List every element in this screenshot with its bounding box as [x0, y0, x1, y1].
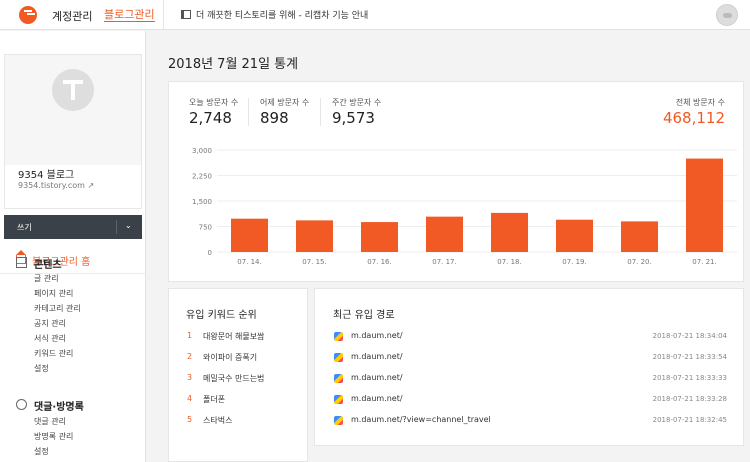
weekly-visitors-label: 주간 방문자 수 [332, 98, 382, 107]
stat-divider [320, 98, 321, 126]
y-tick-label: 2,250 [192, 173, 212, 181]
visitor-stats-card: 오늘 방문자 수 2,748 어제 방문자 수 898 주간 방문자 수 9,5… [168, 81, 744, 282]
tistory-logo-icon[interactable] [19, 6, 37, 24]
chart-bar[interactable] [686, 158, 723, 252]
yesterday-visitors-value: 898 [260, 109, 289, 127]
weekly-visitors-value: 9,573 [332, 109, 375, 127]
referrer-time: 2018-07-21 18:33:28 [652, 395, 727, 403]
keyword-item[interactable]: 스타벅스 [203, 415, 232, 426]
sidebar-section-comments[interactable]: 댓글·방명록 [34, 398, 84, 413]
keyword-item[interactable]: 폴더폰 [203, 394, 225, 405]
write-label: 쓰기 [17, 223, 32, 232]
x-tick-label: 07. 17. [432, 258, 457, 266]
referrer-url[interactable]: m.daum.net/ [351, 331, 403, 340]
megaphone-icon [181, 10, 191, 19]
y-tick-label: 750 [199, 224, 212, 232]
avatar[interactable] [716, 4, 738, 26]
x-tick-label: 07. 21. [692, 258, 717, 266]
today-visitors-label: 오늘 방문자 수 [189, 98, 239, 107]
chart-bar[interactable] [296, 220, 333, 252]
referrer-url[interactable]: m.daum.net/?view=channel_travel [351, 415, 491, 424]
sidebar-item-keywords[interactable]: 키워드 관리 [34, 348, 73, 359]
sidebar-item-pages[interactable]: 페이지 관리 [34, 288, 73, 299]
sidebar: 9354 블로그 9354.tistory.com ↗ 쓰기 ⌄ 블로그관리 홈… [0, 31, 146, 462]
write-button[interactable]: 쓰기 ⌄ [4, 215, 142, 239]
keyword-rank: 5 [187, 415, 193, 424]
chart-bar[interactable] [556, 219, 593, 252]
account-menu-link[interactable]: 계정관리 [52, 8, 92, 24]
daum-icon [334, 332, 343, 341]
keyword-item[interactable]: 메밀국수 만드는법 [203, 373, 264, 384]
sidebar-item-posts[interactable]: 글 관리 [34, 273, 59, 284]
keyword-rank: 3 [187, 373, 193, 382]
sidebar-divider [0, 273, 145, 274]
page-title: 2018년 7월 21일 통계 [168, 57, 299, 72]
keyword-item[interactable]: 대왕문어 해물보쌈 [203, 331, 264, 342]
sidebar-item-notices[interactable]: 공지 관리 [34, 318, 66, 329]
blog-name[interactable]: 9354 블로그 [18, 166, 74, 181]
y-tick-label: 1,500 [192, 198, 212, 206]
chart-bar[interactable] [426, 216, 463, 252]
recent-referrers-card: 최근 유입 경로 m.daum.net/ 2018-07-21 18:34:04… [314, 288, 744, 446]
topbar-divider [163, 0, 164, 30]
sidebar-item-templates[interactable]: 서식 관리 [34, 333, 66, 344]
sidebar-item-content-settings[interactable]: 설정 [34, 363, 49, 374]
notice-link[interactable]: 더 깨끗한 티스토리를 위해 - 리캡차 기능 안내 [196, 8, 368, 21]
x-tick-label: 07. 15. [302, 258, 327, 266]
comment-icon [16, 399, 27, 410]
document-icon [16, 257, 27, 268]
referrer-time: 2018-07-21 18:32:45 [652, 416, 727, 424]
daum-icon [334, 395, 343, 404]
referrer-time: 2018-07-21 18:33:54 [652, 353, 727, 361]
sidebar-item-comment-settings[interactable]: 설정 [34, 446, 49, 457]
x-tick-label: 07. 18. [497, 258, 522, 266]
sidebar-item-guestbook[interactable]: 방명록 관리 [34, 431, 73, 442]
blog-profile-card: 9354 블로그 9354.tistory.com ↗ [4, 54, 142, 209]
recent-referrers-title: 최근 유입 경로 [333, 310, 395, 321]
today-visitors-value: 2,748 [189, 109, 232, 127]
daum-icon [334, 374, 343, 383]
top-bar: 계정관리 블로그관리 더 깨끗한 티스토리를 위해 - 리캡차 기능 안내 [0, 0, 750, 30]
keyword-item[interactable]: 와이파이 증폭기 [203, 352, 257, 363]
keyword-ranking-title: 유입 키워드 순위 [186, 310, 257, 321]
sidebar-item-comments[interactable]: 댓글 관리 [34, 416, 66, 427]
x-tick-label: 07. 14. [237, 258, 262, 266]
stat-divider [248, 98, 249, 126]
referrer-url[interactable]: m.daum.net/ [351, 373, 403, 382]
total-visitors-value: 468,112 [662, 109, 725, 127]
sidebar-section-contents[interactable]: 콘텐츠 [34, 256, 62, 271]
daum-icon [334, 353, 343, 362]
x-tick-label: 07. 19. [562, 258, 587, 266]
tistory-t-icon [52, 69, 94, 111]
y-tick-label: 0 [208, 249, 212, 257]
visitor-bar-chart: 3,000 2,250 1,500 750 0 07. 14. 07. 15. 07. 16.… [192, 147, 737, 266]
x-tick-label: 07. 16. [367, 258, 392, 266]
chevron-down-icon[interactable]: ⌄ [125, 221, 132, 230]
keyword-rank: 1 [187, 331, 193, 340]
x-tick-label: 07. 20. [627, 258, 652, 266]
blog-url-link[interactable]: 9354.tistory.com ↗ [18, 181, 94, 190]
write-divider [116, 220, 117, 234]
referrer-time: 2018-07-21 18:33:33 [652, 374, 727, 382]
yesterday-visitors-label: 어제 방문자 수 [260, 98, 310, 107]
referrer-time: 2018-07-21 18:34:04 [652, 332, 727, 340]
keyword-rank: 4 [187, 394, 193, 403]
chart-bar[interactable] [621, 221, 658, 252]
blog-thumbnail[interactable] [5, 55, 141, 165]
referrer-url[interactable]: m.daum.net/ [351, 394, 403, 403]
blog-manage-menu-link[interactable]: 블로그관리 [104, 8, 155, 22]
keyword-ranking-card: 유입 키워드 순위 1 대왕문어 해물보쌈 2 와이파이 증폭기 3 메밀국수 … [168, 288, 308, 462]
chart-bar[interactable] [491, 212, 528, 252]
chart-bar[interactable] [231, 218, 268, 252]
daum-icon [334, 416, 343, 425]
referrer-url[interactable]: m.daum.net/ [351, 352, 403, 361]
sidebar-item-categories[interactable]: 카테고리 관리 [34, 303, 81, 314]
y-tick-label: 3,000 [192, 147, 212, 155]
chart-bar[interactable] [361, 222, 398, 252]
total-visitors-label: 전체 방문자 수 [675, 98, 725, 107]
keyword-rank: 2 [187, 352, 193, 361]
external-link-icon: ↗ [87, 181, 95, 190]
